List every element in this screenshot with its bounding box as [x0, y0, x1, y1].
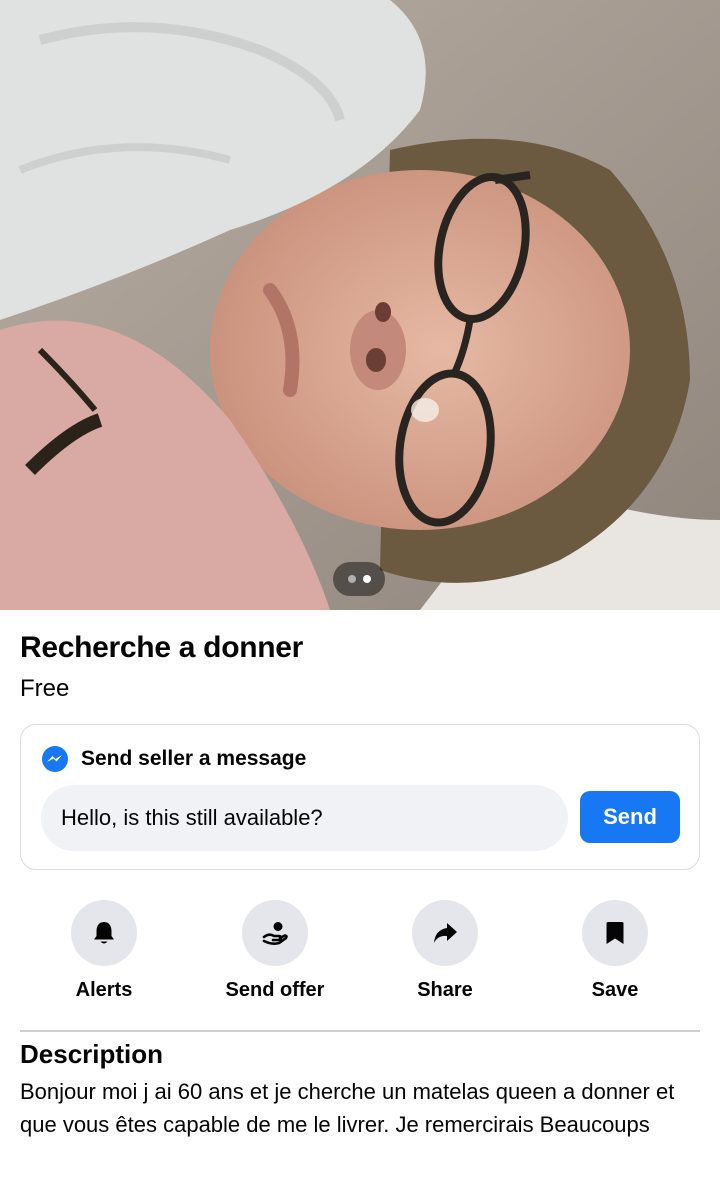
save-label: Save [591, 979, 639, 1001]
send-offer-icon-circle[interactable] [242, 900, 308, 966]
share-label: Share [417, 979, 473, 1001]
share-icon [434, 923, 457, 943]
photo-image [0, 0, 720, 610]
offer-icon [262, 922, 288, 945]
listing-price: Free [20, 675, 70, 702]
pager-dot [347, 575, 356, 583]
send-button[interactable]: Send [580, 791, 680, 843]
description-text: Bonjour moi j ai 60 ans et je cherche un… [20, 1079, 675, 1137]
save-icon-circle[interactable] [582, 900, 648, 966]
share-button[interactable]: Share [375, 900, 515, 1002]
listing-photo[interactable] [0, 0, 720, 610]
description-heading: Description [20, 1039, 164, 1069]
pager-dot-active [362, 575, 371, 583]
bookmark-icon [606, 922, 624, 944]
alerts-button[interactable]: Alerts [34, 900, 174, 1002]
send-offer-label: Send offer [225, 979, 325, 1001]
messenger-icon [42, 746, 68, 772]
listing-title: Recherche a donner [20, 631, 304, 664]
message-input[interactable] [41, 785, 568, 851]
alerts-icon-circle[interactable] [71, 900, 137, 966]
share-icon-circle[interactable] [412, 900, 478, 966]
save-button[interactable]: Save [545, 900, 685, 1002]
send-offer-button[interactable]: Send offer [205, 900, 345, 1002]
message-seller-card: Send seller a message Send [20, 724, 700, 870]
action-row: Alerts Send offer Share Save [0, 900, 720, 1010]
divider [20, 1030, 700, 1032]
message-card-label: Send seller a message [81, 747, 307, 770]
message-card-header: Send seller a message [41, 745, 306, 773]
photo-pager [333, 562, 385, 596]
alerts-label: Alerts [75, 979, 133, 1001]
bell-icon [94, 922, 114, 944]
